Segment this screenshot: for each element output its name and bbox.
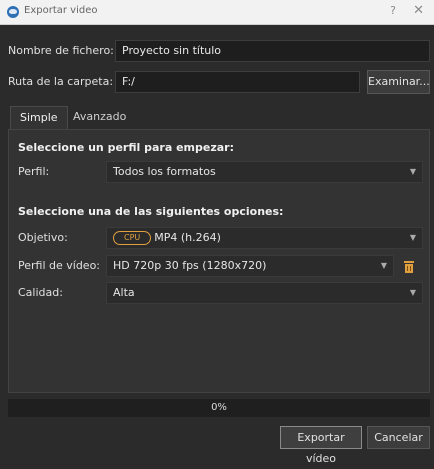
folder-path-label: Ruta de la carpeta:: [8, 75, 114, 88]
close-button[interactable]: ✕: [413, 3, 424, 18]
profile-dropdown[interactable]: Todos los formatos ▼: [106, 161, 423, 183]
window-title: Exportar video: [24, 5, 98, 16]
tab-simple[interactable]: Simple: [10, 106, 68, 130]
video-profile-value: HD 720p 30 fps (1280x720): [113, 259, 267, 272]
profile-label: Perfil:: [18, 165, 50, 178]
folder-path-input[interactable]: F:/: [115, 71, 360, 93]
file-name-label: Nombre de fichero:: [8, 44, 114, 57]
target-label: Objetivo:: [18, 231, 68, 244]
simple-tab-panel: Seleccione un perfil para empezar: Perfi…: [8, 129, 430, 393]
tab-advanced[interactable]: Avanzado: [64, 106, 135, 130]
trash-icon[interactable]: [404, 261, 414, 273]
quality-label: Calidad:: [18, 286, 63, 299]
file-name-input[interactable]: Proyecto sin título: [115, 40, 430, 62]
title-bar: Exportar video ? ✕: [0, 0, 434, 25]
chevron-down-icon: ▼: [380, 261, 387, 270]
video-profile-label: Perfil de vídeo:: [18, 259, 101, 272]
export-progress-bar: 0%: [8, 399, 430, 417]
options-section-title: Seleccione una de las siguientes opcione…: [18, 205, 284, 218]
browse-button[interactable]: Examinar...: [367, 70, 430, 94]
cancel-button[interactable]: Cancelar: [367, 426, 430, 449]
quality-dropdown[interactable]: Alta ▼: [106, 282, 423, 304]
chevron-down-icon: ▼: [409, 233, 416, 242]
target-value: MP4 (h.264): [154, 231, 221, 244]
export-video-button[interactable]: Exportar vídeo: [280, 426, 362, 465]
chevron-down-icon: ▼: [409, 288, 416, 297]
cpu-badge: CPU: [113, 231, 152, 245]
chevron-down-icon: ▼: [409, 167, 416, 176]
profile-section-title: Seleccione un perfil para empezar:: [18, 141, 234, 154]
app-logo-icon: [7, 6, 19, 18]
help-button[interactable]: ?: [390, 4, 396, 17]
quality-value: Alta: [113, 286, 135, 299]
profile-value: Todos los formatos: [113, 165, 216, 178]
video-profile-dropdown[interactable]: HD 720p 30 fps (1280x720) ▼: [106, 255, 394, 277]
progress-text: 0%: [211, 402, 227, 413]
target-dropdown[interactable]: CPU MP4 (h.264) ▼: [106, 227, 423, 249]
